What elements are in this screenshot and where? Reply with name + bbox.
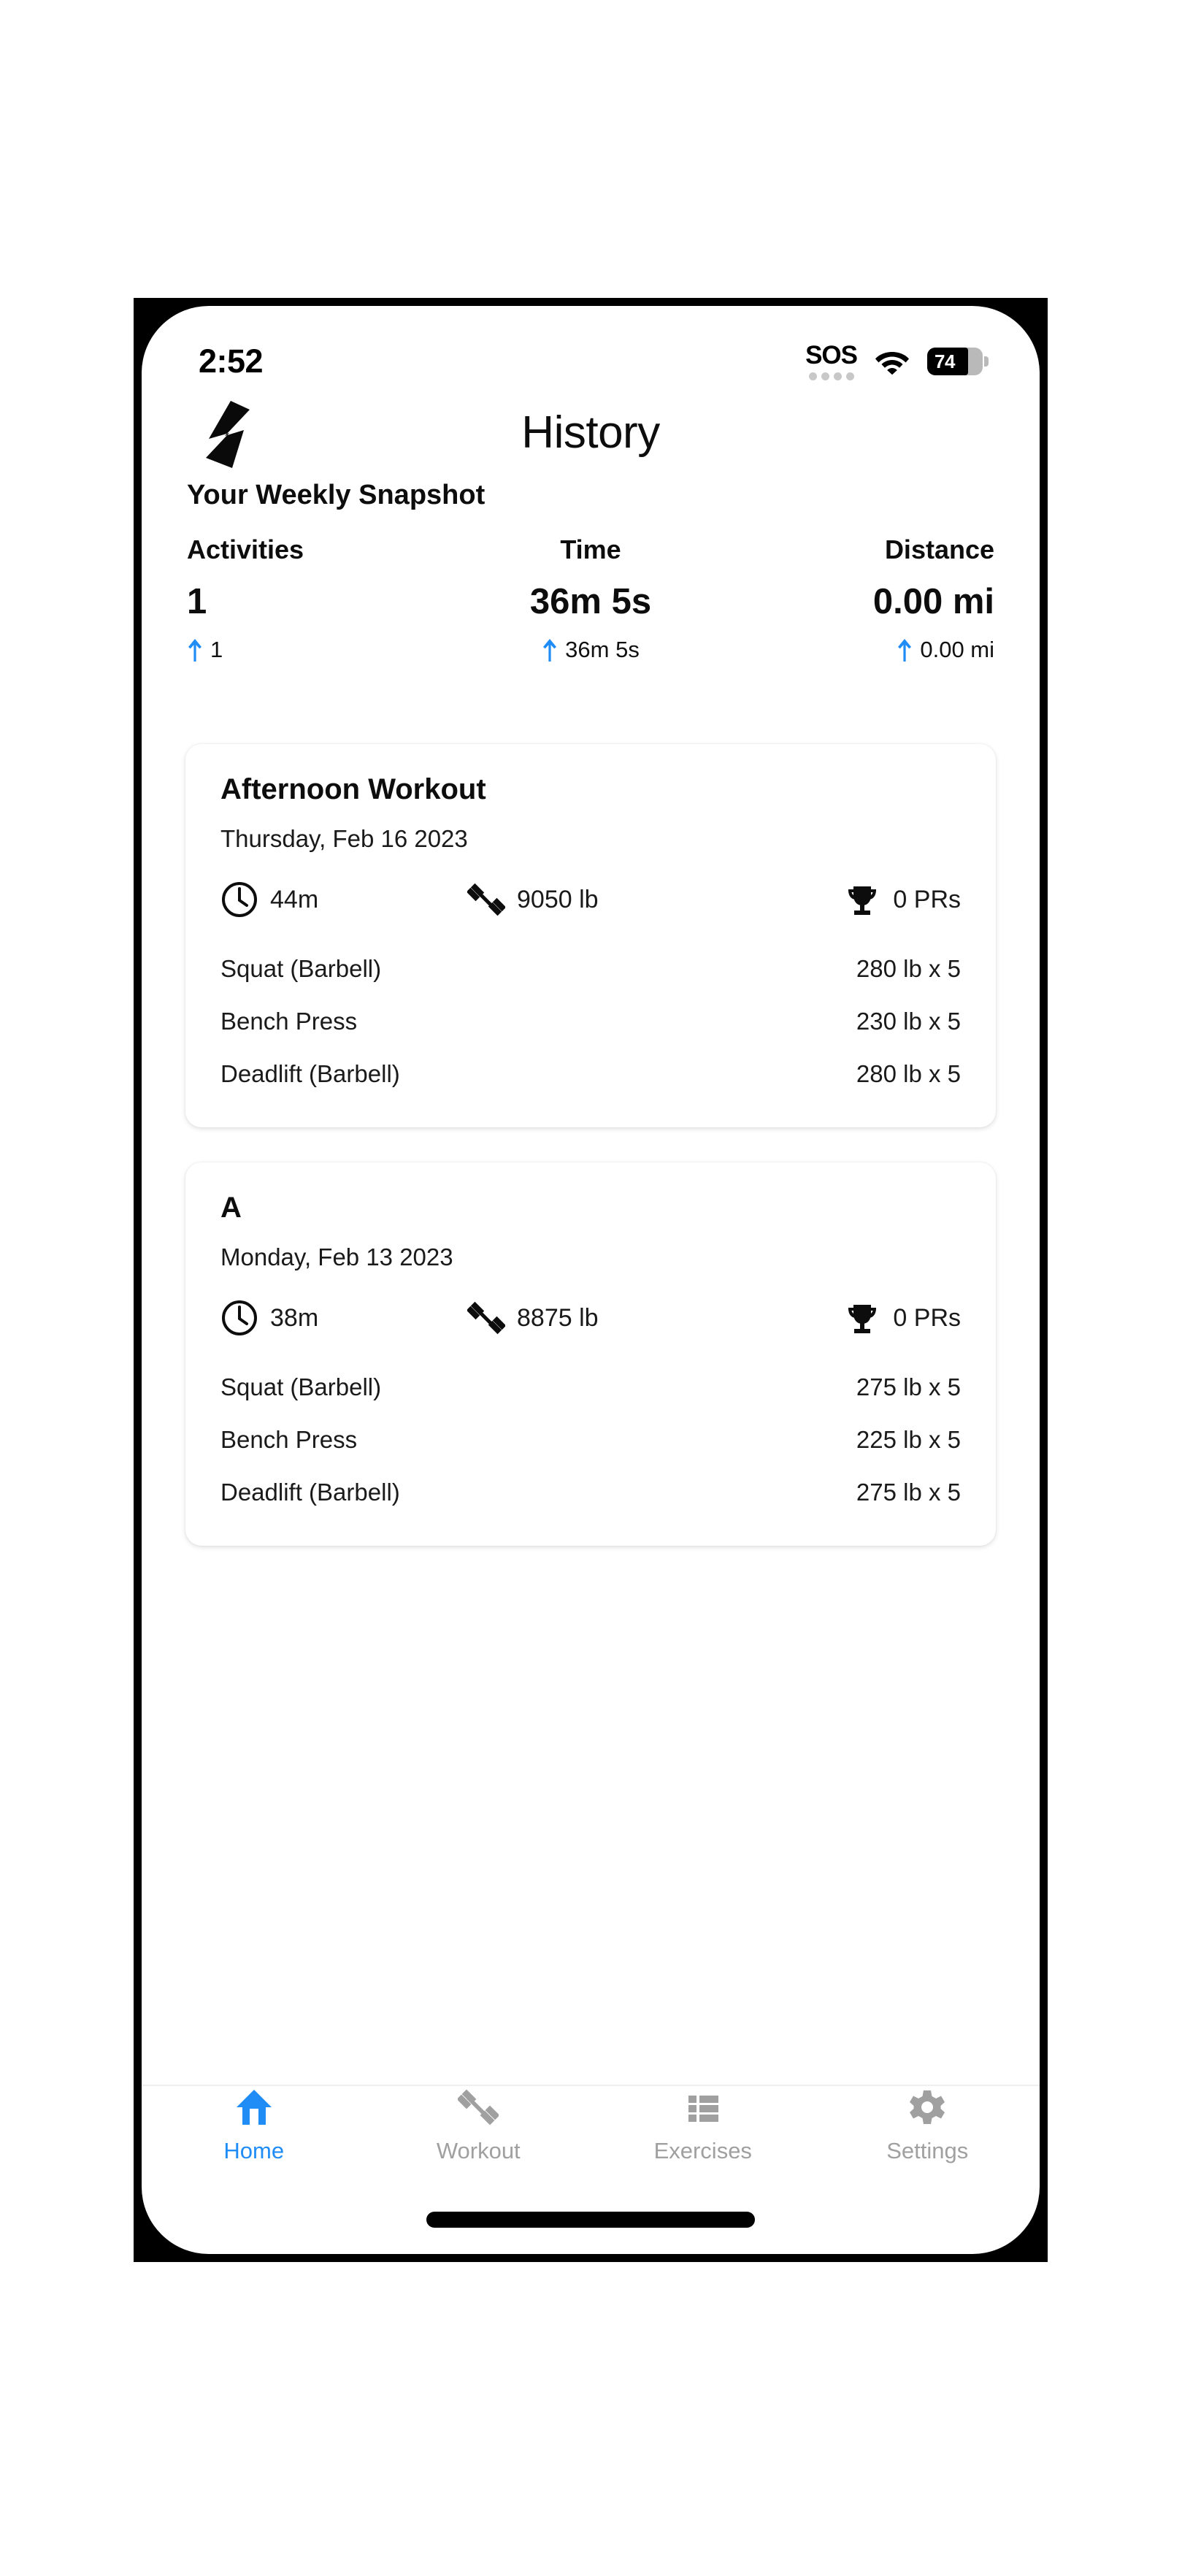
dumbbell-icon [466, 1299, 507, 1337]
battery-level: 74 [935, 350, 955, 372]
workout-stats: 44m 9050 lb 0 PRs [220, 881, 961, 919]
app-header: History [142, 392, 1040, 472]
workout-stat-text: 0 PRs [893, 1303, 961, 1332]
workout-stat-text: 44m [270, 885, 319, 913]
battery-icon: 74 [927, 348, 989, 375]
exercise-name: Deadlift (Barbell) [220, 1479, 400, 1506]
trophy-icon [843, 881, 881, 919]
trophy-icon [843, 1299, 881, 1337]
workout-date: Thursday, Feb 16 2023 [220, 825, 468, 852]
dumbbell-icon [456, 2087, 500, 2128]
exercise-name: Bench Press [220, 1008, 358, 1035]
exercise-value: 280 lb x 5 [856, 955, 961, 982]
signal-dots-icon [808, 372, 854, 380]
metric-delta: 1 [187, 637, 223, 663]
page-title: History [521, 407, 660, 458]
metric-label: Time [560, 534, 621, 564]
tab-settings[interactable]: Settings [815, 2087, 1040, 2164]
workout-stat-duration: 38m [220, 1299, 467, 1337]
metric-label: Distance [884, 534, 995, 564]
metric-delta: 36m 5s [542, 637, 640, 663]
exercise-name: Bench Press [220, 1426, 358, 1453]
exercise-row: Deadlift (Barbell) 280 lb x 5 [220, 1053, 961, 1095]
exercise-list: Squat (Barbell) 275 lb x 5 Bench Press 2… [220, 1366, 961, 1514]
tab-label: Settings [886, 2138, 969, 2163]
status-bar: 2:52 SOS 74 [142, 306, 1040, 392]
workout-title: A [220, 1192, 242, 1224]
workout-stat-prs: 0 PRs [714, 1299, 961, 1337]
metric-value: 1 [187, 582, 207, 621]
workout-stat-text: 0 PRs [893, 885, 961, 913]
metric-value: 36m 5s [529, 582, 652, 621]
arrow-up-icon [542, 637, 558, 662]
workout-stat-text: 9050 lb [517, 885, 599, 913]
exercise-value: 275 lb x 5 [856, 1373, 961, 1400]
tab-workout[interactable]: Workout [367, 2087, 591, 2164]
workout-title: Afternoon Workout [220, 773, 486, 805]
exercise-row: Squat (Barbell) 280 lb x 5 [220, 948, 961, 990]
workout-card[interactable]: Afternoon Workout Thursday, Feb 16 2023 … [185, 744, 996, 1127]
tab-exercises[interactable]: Exercises [591, 2087, 815, 2164]
metric-delta-text: 1 [210, 637, 223, 662]
gear-icon [907, 2087, 948, 2128]
home-indicator[interactable] [426, 2212, 755, 2228]
battery-cap [984, 356, 989, 367]
workout-card[interactable]: A Monday, Feb 13 2023 38m 8875 lb 0 PRs … [185, 1162, 996, 1546]
exercise-value: 225 lb x 5 [856, 1426, 961, 1453]
tab-label: Home [223, 2138, 285, 2163]
phone-screen: 2:52 SOS 74 History Your Weekly Snapshot… [142, 306, 1040, 2254]
tab-label: Workout [436, 2138, 521, 2163]
metric-label: Activities [187, 534, 304, 564]
home-icon [234, 2087, 275, 2128]
metric-value: 0.00 mi [872, 582, 995, 621]
metric-delta-text: 36m 5s [565, 637, 640, 662]
metric-delta: 0.00 mi [897, 637, 994, 663]
exercise-value: 230 lb x 5 [856, 1008, 961, 1035]
workout-history-list: Afternoon Workout Thursday, Feb 16 2023 … [142, 744, 1040, 1581]
exercise-name: Squat (Barbell) [220, 1373, 382, 1400]
wifi-icon [875, 348, 910, 375]
workout-stats: 38m 8875 lb 0 PRs [220, 1299, 961, 1337]
status-indicators: SOS 74 [805, 341, 989, 380]
arrow-up-icon [897, 637, 913, 662]
snapshot-metric-activities: Activities 1 1 [187, 534, 456, 663]
exercise-list: Squat (Barbell) 280 lb x 5 Bench Press 2… [220, 948, 961, 1095]
clock-icon [220, 881, 258, 919]
workout-date: Monday, Feb 13 2023 [220, 1243, 453, 1270]
snapshot-metrics-row: Activities 1 1 Time 36m 5s 36m 5s Distan… [187, 534, 994, 663]
exercise-name: Squat (Barbell) [220, 955, 382, 982]
workout-stat-text: 8875 lb [517, 1303, 599, 1332]
snapshot-title: Your Weekly Snapshot [187, 480, 486, 510]
list-icon [683, 2087, 724, 2128]
exercise-name: Deadlift (Barbell) [220, 1060, 400, 1087]
workout-stat-volume: 9050 lb [466, 881, 714, 919]
exercise-row: Bench Press 225 lb x 5 [220, 1419, 961, 1461]
weekly-snapshot-section: Your Weekly Snapshot Activities 1 1 Time… [142, 480, 1040, 663]
status-time: 2:52 [199, 342, 264, 380]
exercise-row: Deadlift (Barbell) 275 lb x 5 [220, 1471, 961, 1514]
workout-stat-duration: 44m [220, 881, 467, 919]
exercise-value: 275 lb x 5 [856, 1479, 961, 1506]
tab-home[interactable]: Home [142, 2087, 367, 2164]
metric-delta-text: 0.00 mi [920, 637, 995, 662]
snapshot-metric-time: Time 36m 5s 36m 5s [456, 534, 726, 663]
workout-stat-prs: 0 PRs [714, 881, 961, 919]
workout-stat-text: 38m [270, 1303, 319, 1332]
arrow-up-icon [187, 637, 203, 662]
workout-stat-volume: 8875 lb [466, 1299, 714, 1337]
app-logo-bolt-icon[interactable] [187, 396, 267, 472]
tab-bar: Home Workout Exercises Settings [142, 2086, 1040, 2165]
clock-icon [220, 1299, 258, 1337]
exercise-row: Bench Press 230 lb x 5 [220, 1000, 961, 1043]
snapshot-metric-distance: Distance 0.00 mi 0.00 mi [725, 534, 994, 663]
sos-indicator: SOS [805, 341, 858, 380]
screenshot-stage: 2:52 SOS 74 History Your Weekly Snapshot… [0, 0, 1182, 2576]
tab-label: Exercises [653, 2138, 752, 2163]
exercise-value: 280 lb x 5 [856, 1060, 961, 1087]
dumbbell-icon [466, 881, 507, 919]
phone-frame: 2:52 SOS 74 History Your Weekly Snapshot… [134, 298, 1048, 2262]
exercise-row: Squat (Barbell) 275 lb x 5 [220, 1366, 961, 1408]
sos-label: SOS [805, 341, 858, 369]
